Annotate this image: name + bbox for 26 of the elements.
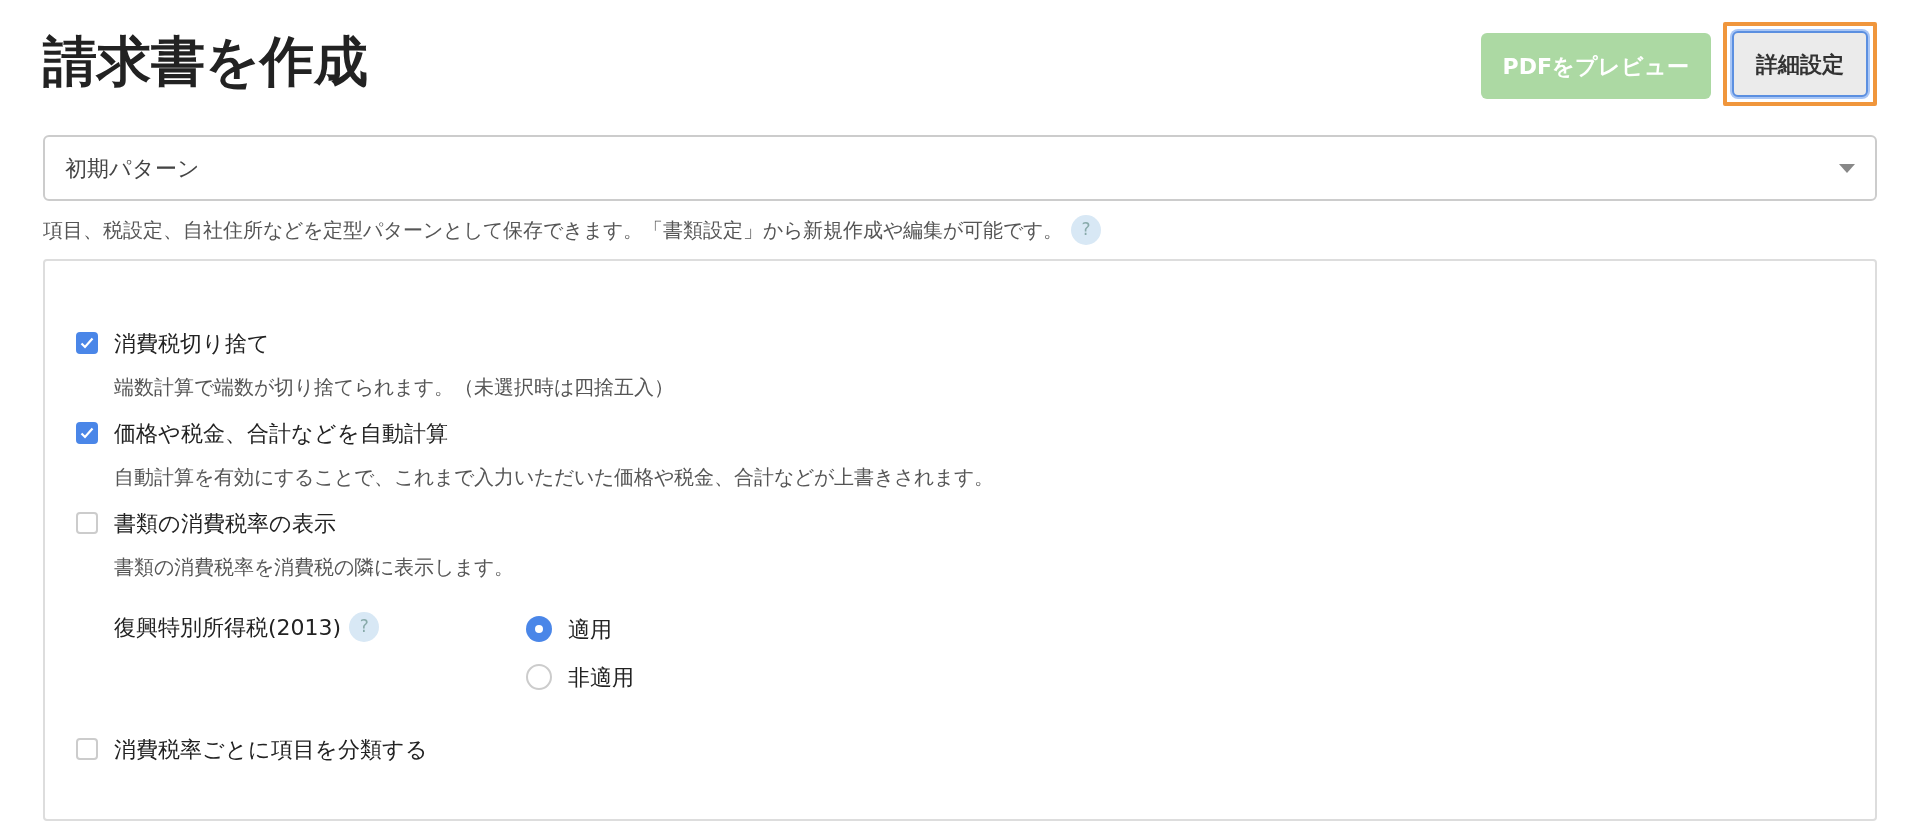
settings-button[interactable]: 詳細設定	[1732, 31, 1868, 97]
checkbox-label: 書類の消費税率の表示	[114, 509, 336, 538]
checkbox-label: 価格や税金、合計などを自動計算	[114, 419, 448, 448]
check-icon	[80, 337, 94, 349]
help-icon[interactable]: ?	[349, 612, 380, 642]
checkbox-label: 消費税率ごとに項目を分類する	[114, 735, 428, 764]
radio-button[interactable]	[526, 616, 552, 642]
option-label: 復興特別所得税(2013)	[114, 613, 342, 642]
option-description: 自動計算を有効にすることで、これまで入力いただいた価格や税金、合計などが上書きされます。	[114, 464, 995, 491]
radio-label: 非適用	[568, 663, 634, 692]
radio-button[interactable]	[526, 664, 552, 690]
caret-icon	[1839, 163, 1855, 173]
checkbox[interactable]	[76, 512, 98, 534]
option-description: 端数計算で端数が切り捨てられます。（未選択時は四捨五入）	[114, 374, 675, 401]
checkbox-label: 消費税切り捨て	[114, 329, 270, 358]
help-text: 項目、税設定、自社住所などを定型パターンとして保存できます。「書類設定」から新規作成や編集が可能です。	[43, 217, 1063, 244]
page-title: 請求書を作成	[43, 30, 368, 95]
check-icon	[80, 427, 94, 439]
select-value: 初期パターン	[65, 154, 200, 183]
checkbox[interactable]	[76, 422, 98, 444]
checkbox[interactable]	[76, 332, 98, 354]
checkbox[interactable]	[76, 738, 98, 760]
option-description: 書類の消費税率を消費税の隣に表示します。	[114, 554, 515, 581]
help-icon[interactable]: ?	[1071, 215, 1101, 245]
pattern-select[interactable]: 初期パターン	[43, 135, 1877, 201]
radio-label: 適用	[568, 615, 612, 644]
